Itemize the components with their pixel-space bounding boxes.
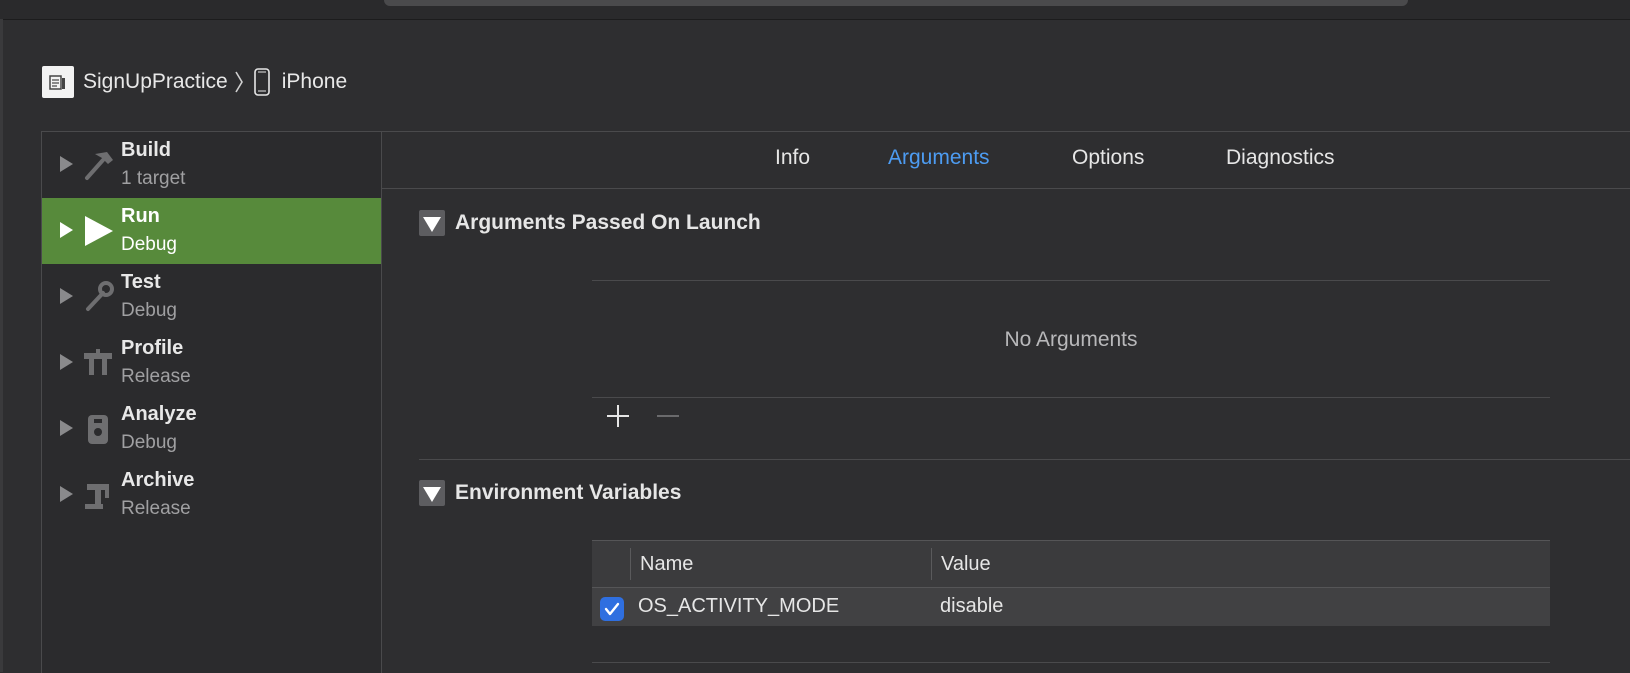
sidebar-item-run[interactable]: Run Debug [42,198,381,264]
project-file-icon[interactable] [42,66,74,98]
instruments-icon [80,345,116,381]
sidebar-item-title: Test [121,271,161,293]
scheme-editor-panel: Build 1 target Run Debug Test Debug Prof… [41,131,1630,673]
disclosure-triangle-icon[interactable] [60,420,73,436]
sidebar-item-title: Run [121,205,160,227]
tab-bar: Info Arguments Options Diagnostics [382,132,1630,189]
sidebar-item-subtitle: Release [121,366,191,387]
archive-icon [80,477,116,513]
environment-section-header[interactable]: Environment Variables [419,480,681,506]
arguments-section-title: Arguments Passed On Launch [455,211,761,234]
disclosure-triangle-icon[interactable] [60,486,73,502]
scheme-detail-pane: Info Arguments Options Diagnostics Argum… [382,132,1630,673]
disclosure-triangle-icon[interactable] [60,222,73,238]
disclosure-triangle-icon[interactable] [419,480,445,506]
scheme-action-sidebar: Build 1 target Run Debug Test Debug Prof… [42,132,382,673]
sidebar-item-analyze[interactable]: Analyze Debug [42,396,381,462]
chevron-right-icon [234,70,244,94]
analyze-icon [80,411,116,447]
disclosure-triangle-icon[interactable] [60,288,73,304]
sidebar-item-subtitle: Debug [121,432,177,453]
sidebar-item-subtitle: Debug [121,234,177,255]
window-top-strip [0,0,1630,20]
table-header: Name Value [592,540,1550,588]
sidebar-item-title: Analyze [121,403,197,425]
sidebar-item-subtitle: 1 target [121,168,186,189]
breadcrumb-project[interactable]: SignUpPractice [83,70,228,94]
wrench-icon [80,279,116,315]
table-bottom-border [592,662,1550,663]
column-header-value[interactable]: Value [941,553,991,576]
tab-info[interactable]: Info [775,146,810,170]
table-row[interactable]: OS_ACTIVITY_MODE disable [592,588,1550,626]
no-arguments-placeholder: No Arguments [1004,328,1138,351]
tab-arguments[interactable]: Arguments [888,146,990,170]
column-header-name[interactable]: Name [640,553,693,576]
disclosure-triangle-icon[interactable] [60,156,73,172]
env-var-name[interactable]: OS_ACTIVITY_MODE [638,595,839,618]
checkmark-icon [604,602,620,616]
breadcrumb: SignUpPractice iPhone [42,66,347,98]
sidebar-item-title: Archive [121,469,195,491]
add-argument-button[interactable] [605,403,631,434]
sidebar-item-title: Build [121,139,171,161]
column-separator[interactable] [931,548,932,580]
breadcrumb-device[interactable]: iPhone [282,70,347,94]
play-icon [80,213,116,249]
sidebar-item-test[interactable]: Test Debug [42,264,381,330]
disclosure-triangle-icon[interactable] [60,354,73,370]
sidebar-item-profile[interactable]: Profile Release [42,330,381,396]
column-separator[interactable] [630,548,631,580]
disclosure-triangle-icon[interactable] [419,210,445,236]
toolbar-status-field [384,0,1408,6]
environment-variables-table: Name Value OS_ACTIVITY_MODE disable [592,540,1550,626]
tab-diagnostics[interactable]: Diagnostics [1226,146,1335,170]
env-var-value[interactable]: disable [940,595,1003,618]
enabled-checkbox[interactable] [600,597,624,621]
arguments-list[interactable]: No Arguments [592,280,1550,398]
tab-options[interactable]: Options [1072,146,1144,170]
iphone-device-icon [253,68,270,96]
window-left-edge [0,19,3,672]
sidebar-item-title: Profile [121,337,184,359]
arguments-section-header[interactable]: Arguments Passed On Launch [419,210,761,236]
hammer-icon [80,147,116,183]
section-divider [419,459,1630,460]
environment-section-title: Environment Variables [455,481,682,504]
sidebar-item-build[interactable]: Build 1 target [42,132,381,198]
sidebar-item-archive[interactable]: Archive Release [42,462,381,528]
sidebar-item-subtitle: Debug [121,300,177,321]
remove-argument-button[interactable] [655,403,681,434]
sidebar-item-subtitle: Release [121,498,191,519]
